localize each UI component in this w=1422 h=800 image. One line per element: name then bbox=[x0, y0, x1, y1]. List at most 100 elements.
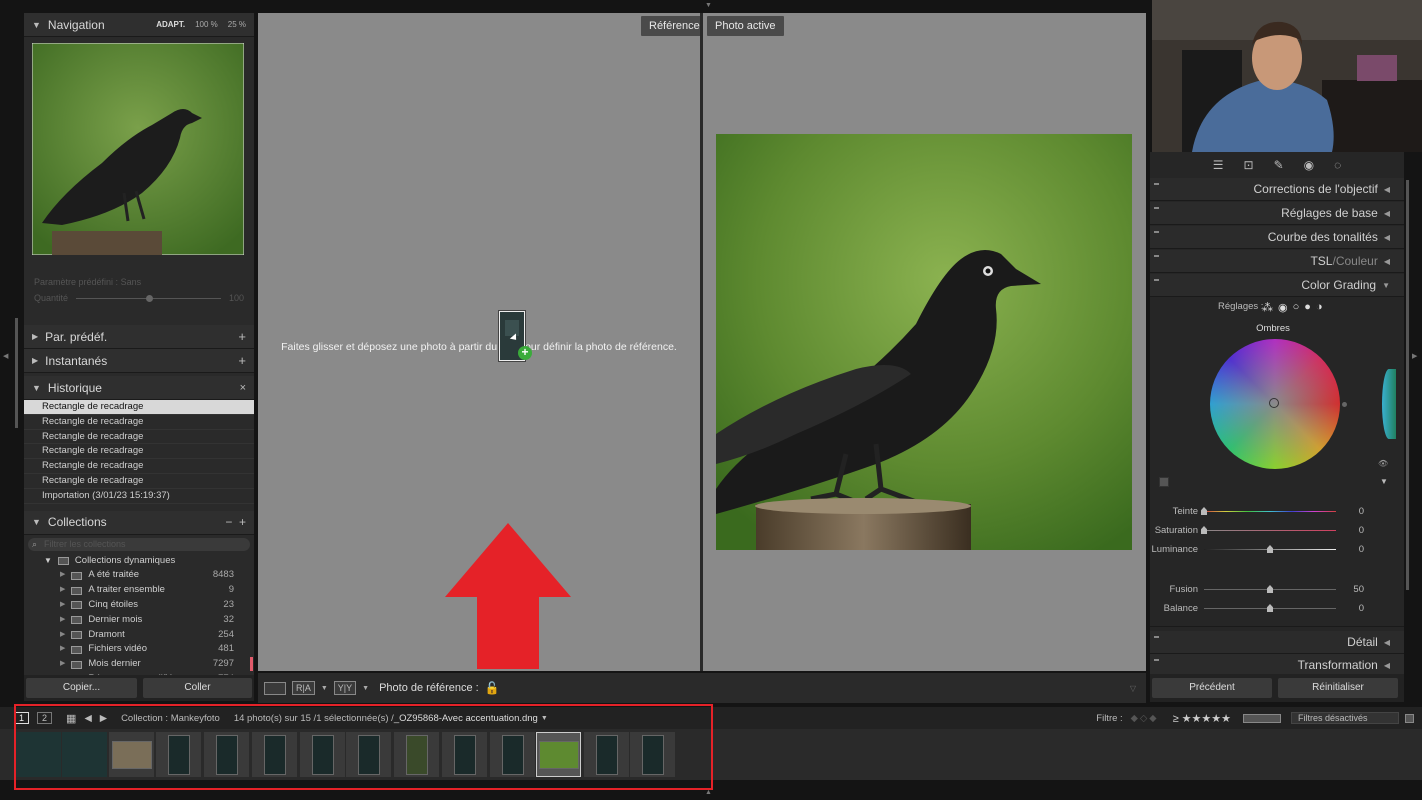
amount-slider[interactable] bbox=[76, 294, 221, 302]
reset-button[interactable]: Réinitialiser bbox=[1278, 678, 1398, 698]
snapshots-header[interactable]: ▶ Instantanés + bbox=[24, 349, 254, 373]
healing-brush-icon[interactable]: ✎ bbox=[1274, 158, 1284, 172]
smart-collections-group[interactable]: ▼ Collections dynamiques bbox=[24, 554, 254, 569]
tsl-title[interactable]: TSL bbox=[1310, 254, 1332, 268]
bottom-panel-toggle-icon[interactable]: ▲ bbox=[705, 789, 712, 796]
previous-button[interactable]: Précédent bbox=[1152, 678, 1272, 698]
zoom-fit-option[interactable]: ADAPT. bbox=[156, 20, 185, 29]
ref-active-view-button[interactable]: R|A bbox=[292, 681, 315, 695]
copy-settings-button[interactable]: Copier... bbox=[26, 678, 137, 698]
loupe-view-button[interactable] bbox=[264, 681, 286, 695]
slider-track[interactable] bbox=[1201, 526, 1336, 534]
slider-thumb[interactable] bbox=[1267, 545, 1273, 553]
collapse-arrow-icon[interactable]: ◀ bbox=[1384, 638, 1390, 647]
collection-item[interactable]: ▶ Dernier mois 32 bbox=[24, 613, 254, 628]
slider-thumb[interactable] bbox=[1201, 526, 1207, 534]
wheel-handle[interactable] bbox=[1269, 398, 1279, 408]
slider-value[interactable]: 0 bbox=[1342, 506, 1364, 517]
collapse-arrow-icon[interactable]: ◀ bbox=[1384, 185, 1390, 194]
sliders-icon[interactable]: ☰ bbox=[1213, 158, 1224, 172]
eye-icon[interactable]: 👁 bbox=[1378, 459, 1388, 468]
slider-thumb[interactable] bbox=[1267, 585, 1273, 593]
lock-icon[interactable]: 🔓 bbox=[485, 681, 500, 695]
paste-settings-button[interactable]: Coller bbox=[142, 678, 252, 698]
top-panel-toggle-icon[interactable]: ▼ bbox=[705, 2, 712, 9]
left-panel-scrollbar[interactable] bbox=[15, 318, 18, 428]
left-panel-toggle-icon[interactable]: ◀ bbox=[3, 352, 8, 360]
collapse-arrow-icon[interactable]: ◀ bbox=[1384, 209, 1390, 218]
history-step[interactable]: Rectangle de recadrage bbox=[24, 459, 254, 474]
dropdown-arrow-icon[interactable]: ▼ bbox=[321, 685, 328, 692]
navigator-header[interactable]: ▼ Navigation ADAPT. 100 % 25 % bbox=[24, 13, 254, 37]
slider-thumb[interactable] bbox=[1201, 507, 1207, 515]
right-panel-scrollbar[interactable] bbox=[1406, 180, 1409, 590]
yy-view-button[interactable]: Y|Y bbox=[333, 681, 357, 695]
collapse-arrow-icon[interactable]: ◀ bbox=[1384, 661, 1390, 670]
color-label-filter[interactable] bbox=[1243, 713, 1281, 723]
midtones-circle-icon[interactable]: ○ bbox=[1293, 301, 1300, 314]
expand-triangle-icon[interactable]: ▶ bbox=[60, 628, 65, 643]
collection-item[interactable]: ▶ Cinq étoiles 23 bbox=[24, 598, 254, 613]
expand-triangle-icon[interactable]: ▶ bbox=[60, 642, 65, 657]
expand-triangle-icon[interactable]: ▶ bbox=[60, 568, 65, 583]
collection-item[interactable]: ▶ Fichiers vidéo 481 bbox=[24, 642, 254, 657]
color-swatch[interactable] bbox=[1159, 477, 1169, 487]
tsl-header[interactable]: TSL / Couleur ◀ bbox=[1150, 250, 1404, 273]
collection-item[interactable]: ▶ A été traitée 8483 bbox=[24, 568, 254, 583]
global-circle-icon[interactable]: ◑ bbox=[1316, 301, 1323, 314]
reference-pane[interactable]: Référence Faites glisser et déposez une … bbox=[258, 13, 708, 671]
color-wheel[interactable] bbox=[1210, 339, 1340, 469]
history-header[interactable]: ▼ Historique × bbox=[24, 376, 254, 400]
history-step[interactable]: Rectangle de recadrage bbox=[24, 474, 254, 489]
presets-header[interactable]: ▶ Par. prédéf. + bbox=[24, 325, 254, 349]
slider-track[interactable] bbox=[1204, 604, 1336, 612]
collection-item[interactable]: ▶ Dramont 254 bbox=[24, 628, 254, 643]
active-photo-image[interactable] bbox=[716, 134, 1132, 550]
collapse-triangle-icon[interactable]: ▼ bbox=[44, 554, 52, 569]
preset-value[interactable]: Sans bbox=[121, 277, 142, 287]
collapse-arrow-icon[interactable]: ◀ bbox=[1384, 233, 1390, 242]
collapse-all-icon[interactable]: − + bbox=[225, 515, 246, 529]
active-photo-pane[interactable]: Photo active bbox=[703, 13, 1146, 671]
history-step[interactable]: Importation (3/01/23 15:19:37) bbox=[24, 489, 254, 504]
expand-triangle-icon[interactable]: ▶ bbox=[32, 356, 38, 365]
filter-lock-icon[interactable] bbox=[1405, 713, 1414, 723]
collection-item[interactable]: ▶ A traiter ensemble 9 bbox=[24, 583, 254, 598]
collection-item[interactable]: ▶ Mois dernier 7297 bbox=[24, 657, 254, 672]
panel-section-header[interactable]: Courbe des tonalités ◀ bbox=[1150, 226, 1404, 249]
right-panel-toggle-icon[interactable]: ▶ bbox=[1412, 352, 1417, 360]
toolbar-options-icon[interactable]: ▽ bbox=[1130, 684, 1136, 693]
history-step[interactable]: Rectangle de recadrage bbox=[24, 415, 254, 430]
collapse-arrow-icon[interactable]: ◀ bbox=[1384, 257, 1390, 266]
slider-track[interactable] bbox=[1204, 545, 1336, 553]
expand-triangle-icon[interactable]: ▶ bbox=[32, 332, 38, 341]
wheel-edge-handle[interactable] bbox=[1342, 402, 1347, 407]
history-step[interactable]: Rectangle de recadrage bbox=[24, 400, 254, 415]
highlights-circle-icon[interactable]: ● bbox=[1304, 301, 1311, 314]
couleur-title[interactable]: Couleur bbox=[1336, 254, 1378, 268]
collapse-triangle-icon[interactable]: ▼ bbox=[32, 20, 41, 30]
red-eye-icon[interactable]: ◉ bbox=[1304, 158, 1314, 172]
expand-arrow-icon[interactable]: ▼ bbox=[1382, 281, 1390, 290]
panel-section-header[interactable]: Corrections de l'objectif ◀ bbox=[1150, 178, 1404, 201]
expand-triangle-icon[interactable]: ▶ bbox=[60, 583, 65, 598]
collapse-triangle-icon[interactable]: ▼ bbox=[32, 383, 41, 393]
add-snapshot-icon[interactable]: + bbox=[238, 353, 246, 368]
collapse-triangle-icon[interactable]: ▼ bbox=[32, 517, 41, 527]
scroll-indicator[interactable] bbox=[250, 657, 253, 671]
shadows-circle-icon[interactable]: ◉ bbox=[1278, 301, 1288, 314]
dropdown-arrow-icon[interactable]: ▼ bbox=[362, 685, 369, 692]
masking-icon[interactable]: ◌ bbox=[1334, 158, 1341, 172]
history-step[interactable]: Rectangle de recadrage bbox=[24, 430, 254, 445]
slider-value[interactable]: 50 bbox=[1342, 584, 1364, 595]
detail-header[interactable]: Détail ◀ bbox=[1150, 631, 1404, 654]
color-grading-header[interactable]: Color Grading ▼ bbox=[1150, 274, 1404, 297]
add-preset-icon[interactable]: + bbox=[238, 329, 246, 344]
expand-triangle-icon[interactable]: ▶ bbox=[60, 613, 65, 628]
slider-thumb[interactable] bbox=[1267, 604, 1273, 612]
slider-value[interactable]: 0 bbox=[1342, 603, 1364, 614]
collections-search-input[interactable]: ⌕ Filtrer les collections bbox=[28, 537, 250, 551]
slider-value[interactable]: 0 bbox=[1342, 544, 1364, 555]
collections-header[interactable]: ▼ Collections − + bbox=[24, 510, 254, 535]
three-way-icon[interactable]: ⁂ bbox=[1262, 301, 1273, 314]
